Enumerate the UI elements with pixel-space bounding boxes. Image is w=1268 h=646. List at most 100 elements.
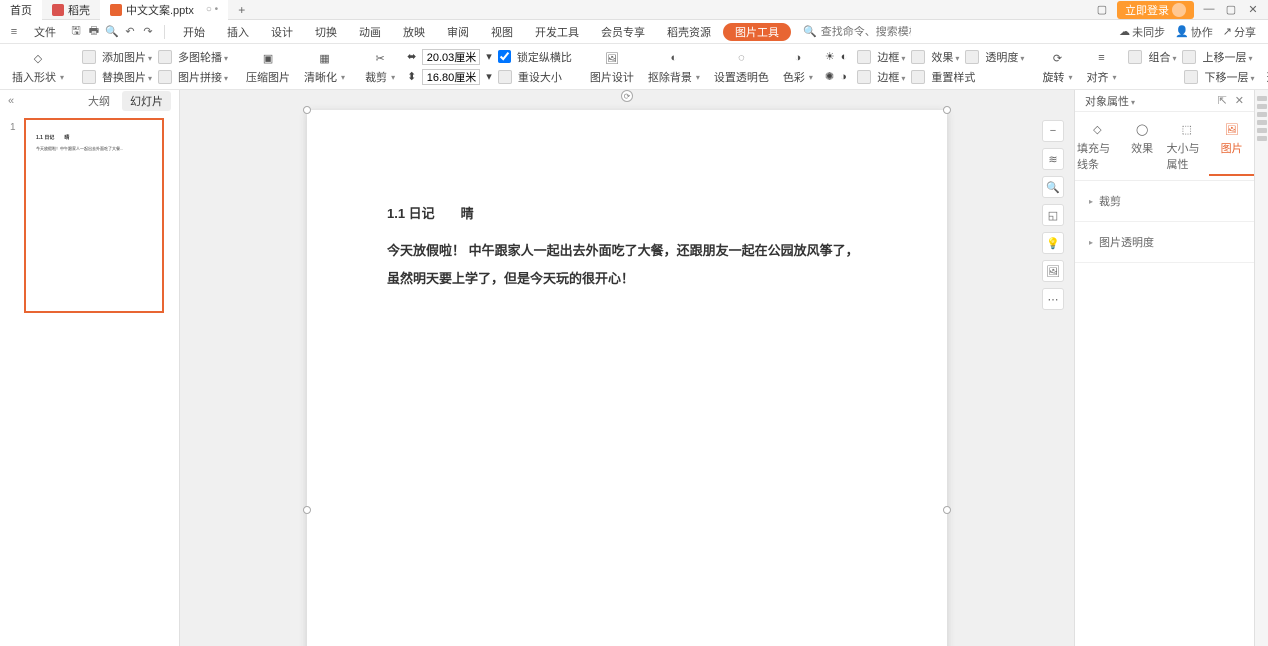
- add-image-button[interactable]: 添加图片: [102, 49, 152, 65]
- panel-title[interactable]: 对象属性: [1085, 93, 1135, 109]
- preview-icon[interactable]: 🔍: [104, 24, 120, 40]
- strip-item[interactable]: [1257, 128, 1267, 133]
- insert-shape-button[interactable]: ◇ 插入形状: [6, 44, 70, 89]
- select-button[interactable]: ↖选择: [1260, 44, 1268, 89]
- thumb-preview[interactable]: 1.1 日记 晴 今天放假啦！中午跟家人一起出去外面吃了大餐...: [24, 118, 164, 313]
- border-button[interactable]: 边框: [877, 49, 905, 65]
- effect-button[interactable]: 效果: [931, 49, 959, 65]
- canvas-area[interactable]: ⟳ 1.1 日记 晴 今天放假啦！ 中午跟家人一起出去外面吃了大餐，还跟朋友一起…: [180, 90, 1074, 646]
- image-tiling-button[interactable]: 图片拼接: [178, 69, 228, 85]
- hamburger-icon[interactable]: ≡: [6, 24, 22, 40]
- group-button[interactable]: 组合: [1148, 49, 1176, 65]
- redo-icon[interactable]: ↷: [140, 24, 156, 40]
- remove-bg-button[interactable]: ◐抠除背景: [642, 44, 706, 89]
- brightness-down-icon[interactable]: ✺: [825, 70, 834, 83]
- clarity-button[interactable]: ▦ 清晰化: [298, 44, 351, 89]
- login-button[interactable]: 立即登录: [1117, 1, 1194, 19]
- align-button[interactable]: ≡对齐: [1080, 44, 1122, 89]
- reset-style-button[interactable]: 重置样式: [931, 69, 975, 85]
- close-button[interactable]: ✕: [1246, 3, 1260, 17]
- width-input[interactable]: [422, 49, 480, 65]
- unsync-button[interactable]: ☁未同步: [1119, 24, 1165, 40]
- multi-carousel-button[interactable]: 多图轮播: [178, 49, 228, 65]
- transparent-icon: ◌: [731, 48, 751, 68]
- strip-item[interactable]: [1257, 96, 1267, 101]
- tab-add[interactable]: +: [228, 3, 255, 17]
- color-button[interactable]: ◑色彩: [777, 44, 819, 89]
- brightness-icon[interactable]: ☀: [825, 50, 835, 63]
- menu-image-tools[interactable]: 图片工具: [723, 23, 791, 41]
- handle-mr[interactable]: [943, 506, 951, 514]
- tool-minus[interactable]: −: [1042, 120, 1064, 142]
- tool-image[interactable]: 🖼: [1042, 260, 1064, 282]
- rp-tab-size[interactable]: ⬚大小与属性: [1165, 116, 1210, 176]
- file-menu[interactable]: 文件: [24, 20, 66, 44]
- maximize-button[interactable]: ▢: [1224, 3, 1238, 17]
- rotate-handle[interactable]: ⟳: [621, 90, 633, 102]
- menu-slideshow[interactable]: 放映: [393, 20, 435, 44]
- collab-button[interactable]: 👤协作: [1175, 24, 1213, 40]
- section-transparency[interactable]: 图片透明度: [1075, 222, 1254, 263]
- reset-size-button[interactable]: 重设大小: [518, 69, 562, 85]
- menu-review[interactable]: 审阅: [437, 20, 479, 44]
- set-transparent-button[interactable]: ◌设置透明色: [708, 44, 775, 89]
- strip-item[interactable]: [1257, 120, 1267, 125]
- tab-document[interactable]: 中文文案.pptx ○ •: [100, 0, 228, 20]
- crop-button[interactable]: ✂ 裁剪: [359, 44, 401, 89]
- slide[interactable]: 1.1 日记 晴 今天放假啦！ 中午跟家人一起出去外面吃了大餐，还跟朋友一起在公…: [307, 110, 947, 646]
- close-panel-icon[interactable]: ✕: [1235, 94, 1244, 107]
- tool-more[interactable]: ⋯: [1042, 288, 1064, 310]
- pin-icon[interactable]: ⇱: [1218, 94, 1227, 107]
- rp-tab-effect[interactable]: ◯效果: [1120, 116, 1165, 176]
- save-icon[interactable]: 🖫: [68, 24, 84, 40]
- border-style-button[interactable]: 边框: [877, 69, 905, 85]
- menu-icon[interactable]: ▢: [1095, 3, 1109, 17]
- strip-item[interactable]: [1257, 104, 1267, 109]
- strip-item[interactable]: [1257, 136, 1267, 141]
- outline-tab-outline[interactable]: 大纲: [80, 91, 118, 111]
- contrast-icon[interactable]: ◐: [841, 51, 848, 63]
- menu-devtools[interactable]: 开发工具: [525, 20, 589, 44]
- section-crop[interactable]: 裁剪: [1075, 181, 1254, 222]
- share-button[interactable]: ↗分享: [1223, 24, 1256, 40]
- lock-ratio-checkbox[interactable]: [498, 50, 511, 63]
- menu-docer-resources[interactable]: 稻壳资源: [657, 20, 721, 44]
- menu-design[interactable]: 设计: [261, 20, 303, 44]
- collapse-outline-icon[interactable]: «: [8, 95, 14, 107]
- menu-view[interactable]: 视图: [481, 20, 523, 44]
- menu-transition[interactable]: 切换: [305, 20, 347, 44]
- move-down-button[interactable]: 下移一层: [1204, 69, 1254, 85]
- menu-insert[interactable]: 插入: [217, 20, 259, 44]
- minimize-button[interactable]: —: [1202, 3, 1216, 17]
- contrast-down-icon[interactable]: ◑: [840, 71, 847, 83]
- tool-layers[interactable]: ≋: [1042, 148, 1064, 170]
- slide-thumbnail[interactable]: 1 1.1 日记 晴 今天放假啦！中午跟家人一起出去外面吃了大餐...: [10, 118, 169, 313]
- handle-tl[interactable]: [303, 106, 311, 114]
- rp-tab-image[interactable]: 🖼图片: [1209, 116, 1254, 176]
- menu-member[interactable]: 会员专享: [591, 20, 655, 44]
- handle-tr[interactable]: [943, 106, 951, 114]
- effect-icon: [911, 50, 925, 64]
- tool-crop[interactable]: ◱: [1042, 204, 1064, 226]
- tool-zoom[interactable]: 🔍: [1042, 176, 1064, 198]
- image-design-button[interactable]: 🖼图片设计: [584, 44, 640, 89]
- menu-start[interactable]: 开始: [173, 20, 215, 44]
- handle-ml[interactable]: [303, 506, 311, 514]
- command-search[interactable]: 🔍: [803, 25, 911, 38]
- outline-tab-slides[interactable]: 幻灯片: [122, 91, 171, 111]
- move-up-button[interactable]: 上移一层: [1202, 49, 1252, 65]
- height-input[interactable]: [422, 69, 480, 85]
- search-input[interactable]: [821, 26, 911, 38]
- tool-idea[interactable]: 💡: [1042, 232, 1064, 254]
- transparency-button[interactable]: 透明度: [985, 49, 1024, 65]
- replace-image-button[interactable]: 替换图片: [102, 69, 152, 85]
- tab-home[interactable]: 首页: [0, 0, 42, 20]
- compress-button[interactable]: ▣ 压缩图片: [240, 44, 296, 89]
- undo-icon[interactable]: ↶: [122, 24, 138, 40]
- rp-tab-fill[interactable]: ◇填充与线条: [1075, 116, 1120, 176]
- strip-item[interactable]: [1257, 112, 1267, 117]
- rotate-button[interactable]: ⟳旋转: [1036, 44, 1078, 89]
- print-icon[interactable]: 🖶: [86, 24, 102, 40]
- menu-animation[interactable]: 动画: [349, 20, 391, 44]
- tab-docer[interactable]: 稻壳: [42, 0, 100, 20]
